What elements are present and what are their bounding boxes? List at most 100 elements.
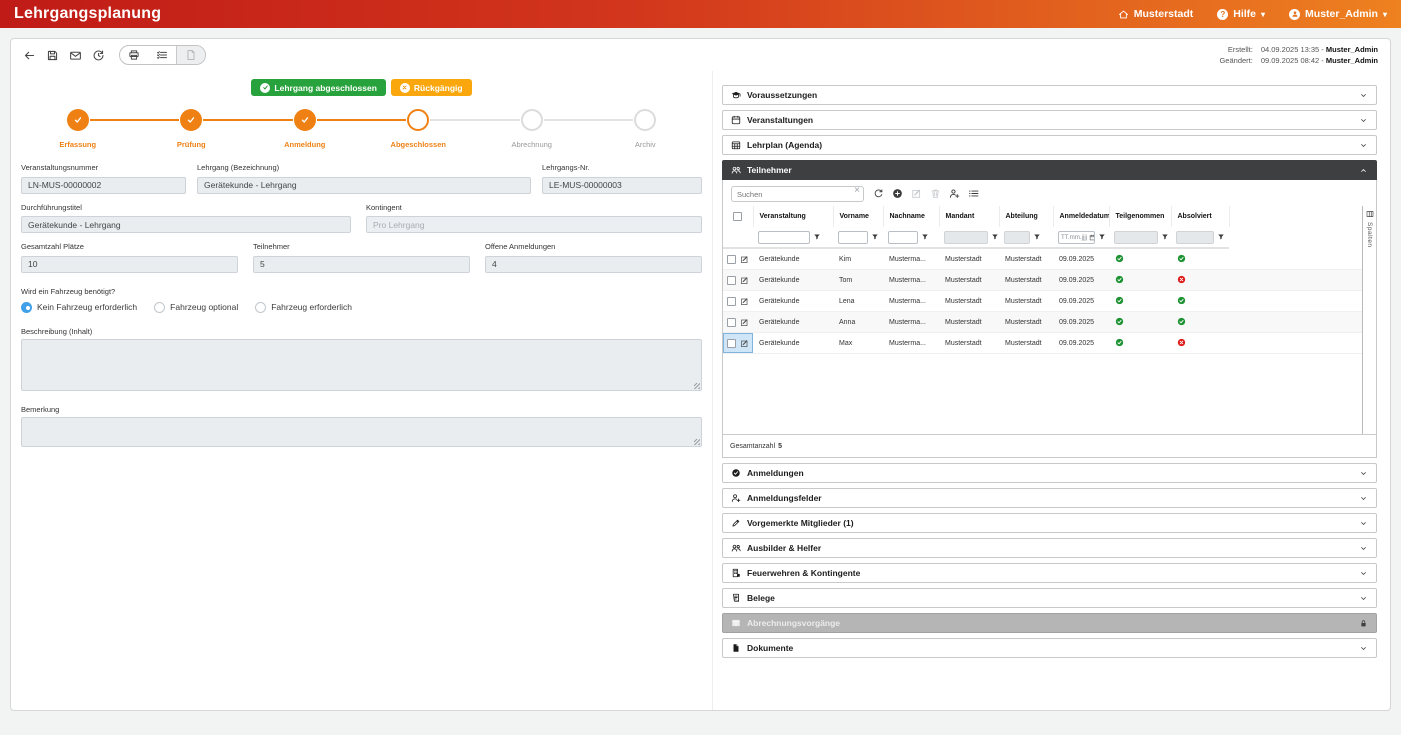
lehrgang-bezeichnung-input[interactable] <box>197 177 531 194</box>
history-button[interactable] <box>92 49 105 62</box>
row-checkbox[interactable] <box>727 297 736 306</box>
offene-anmeldungen-input[interactable] <box>485 256 702 273</box>
row-checkbox[interactable] <box>727 255 736 264</box>
veranstaltungsnummer-input[interactable] <box>21 177 186 194</box>
bemerkung-textarea[interactable] <box>21 417 702 447</box>
panel-ausbilder-helfer[interactable]: Ausbilder & Helfer <box>722 538 1377 558</box>
panel-belege[interactable]: Belege <box>722 588 1377 608</box>
add-person-button[interactable] <box>949 188 960 199</box>
column-filter-input[interactable] <box>888 231 918 244</box>
help-menu[interactable]: ? Hilfe ▾ <box>1217 8 1265 20</box>
edit-row-button[interactable] <box>740 318 749 327</box>
teilnehmer-input[interactable] <box>253 256 470 273</box>
columns-panel-tab[interactable]: Spalten <box>1362 206 1376 434</box>
column-filter-input[interactable] <box>1176 231 1214 244</box>
check-circle-icon <box>1177 317 1186 326</box>
filter-row: TT.mm.jjjj <box>723 227 1362 248</box>
grad-cap-icon <box>731 90 741 100</box>
tenant-menu[interactable]: Musterstadt <box>1118 8 1194 20</box>
pencil-square-icon <box>740 297 749 306</box>
vehicle-radio-0[interactable]: Kein Fahrzeug erforderlich <box>21 302 137 313</box>
edit-row-button[interactable] <box>740 255 749 264</box>
column-filter-input[interactable] <box>1114 231 1158 244</box>
table-row[interactable]: GerätekundeKimMusterma...MusterstadtMust… <box>723 248 1362 270</box>
table-row[interactable]: GerätekundeMaxMusterma...MusterstadtMust… <box>723 333 1362 354</box>
panel-veranstaltungen[interactable]: Veranstaltungen <box>722 110 1377 130</box>
add-button[interactable] <box>892 188 903 199</box>
gesamtzahl-plaetze-input[interactable] <box>21 256 238 273</box>
column-header[interactable]: Mandant <box>939 206 999 227</box>
panel-voraussetzungen[interactable]: Voraussetzungen <box>722 85 1377 105</box>
x-circle-icon <box>400 83 410 93</box>
column-filter-input[interactable] <box>838 231 868 244</box>
lehrgangs-nr-input[interactable] <box>542 177 702 194</box>
column-header[interactable]: Abteilung <box>999 206 1053 227</box>
course-completed-button[interactable]: Lehrgang abgeschlossen <box>251 79 386 96</box>
column-header[interactable]: Anmeldedatum <box>1053 206 1109 227</box>
panel-vorgemerkte-mitglieder-1-[interactable]: Vorgemerkte Mitglieder (1) <box>722 513 1377 533</box>
delete-button <box>930 188 941 199</box>
save-button[interactable] <box>46 49 59 62</box>
column-header[interactable]: Absolviert <box>1171 206 1229 227</box>
person-plus-icon <box>731 493 741 503</box>
field-offene-anmeldungen: Offene Anmeldungen <box>485 242 702 273</box>
row-checkbox[interactable] <box>727 276 736 285</box>
kontingent-input[interactable] <box>366 216 702 233</box>
status-check-icon <box>1177 296 1186 305</box>
table-row[interactable]: GerätekundeAnnaMusterma...MusterstadtMus… <box>723 312 1362 333</box>
vehicle-radio-2[interactable]: Fahrzeug erforderlich <box>255 302 352 313</box>
protocol-button[interactable] <box>148 46 176 64</box>
print-button-group <box>119 45 206 65</box>
user-menu[interactable]: Muster_Admin ▾ <box>1289 8 1387 20</box>
date-filter-input[interactable]: TT.mm.jjjj <box>1058 231 1095 244</box>
refresh-button[interactable] <box>873 188 884 199</box>
trash-icon <box>930 188 941 199</box>
funnel-icon[interactable] <box>991 233 999 241</box>
send-mail-button[interactable] <box>69 49 82 62</box>
panel-teilnehmer[interactable]: Teilnehmer <box>722 160 1377 180</box>
panel-feuerwehren-kontingente[interactable]: Feuerwehren & Kontingente <box>722 563 1377 583</box>
edit-row-button[interactable] <box>740 276 749 285</box>
panel-dokumente[interactable]: Dokumente <box>722 638 1377 658</box>
funnel-icon[interactable] <box>1033 233 1041 241</box>
clear-search-button[interactable]: × <box>854 185 860 196</box>
funnel-icon[interactable] <box>1161 233 1169 241</box>
edit-row-button[interactable] <box>740 339 749 348</box>
column-filter-input[interactable] <box>758 231 810 244</box>
chevron-down-icon <box>1359 116 1368 125</box>
funnel-icon[interactable] <box>1217 233 1225 241</box>
funnel-icon[interactable] <box>921 233 929 241</box>
table-total: Gesamtanzahl 5 <box>723 434 1376 457</box>
main-card: Erstellt: 04.09.2025 13:35 - Muster_Admi… <box>10 38 1391 711</box>
edit-row-button[interactable] <box>740 297 749 306</box>
column-header[interactable]: Vorname <box>833 206 883 227</box>
back-button[interactable] <box>23 49 36 62</box>
table-row[interactable]: GerätekundeLenaMusterma...MusterstadtMus… <box>723 291 1362 312</box>
column-filter-input[interactable] <box>944 231 988 244</box>
panel-lehrplan-agenda-[interactable]: Lehrplan (Agenda) <box>722 135 1377 155</box>
list-settings-button[interactable] <box>968 188 979 199</box>
vehicle-radio-1[interactable]: Fahrzeug optional <box>154 302 238 313</box>
panel-anmeldungsfelder[interactable]: Anmeldungsfelder <box>722 488 1377 508</box>
select-all-checkbox[interactable] <box>733 212 742 221</box>
undo-button[interactable]: Rückgängig <box>391 79 472 96</box>
funnel-icon[interactable] <box>813 233 821 241</box>
status-check-icon <box>1177 254 1186 263</box>
funnel-icon[interactable] <box>871 233 879 241</box>
step-archiv: Archiv <box>589 109 703 149</box>
beschreibung-textarea[interactable] <box>21 339 702 391</box>
step-abrechnung: Abrechnung <box>475 109 589 149</box>
search-input[interactable] <box>731 186 864 202</box>
print-button[interactable] <box>120 46 148 64</box>
column-filter-input[interactable] <box>1004 231 1030 244</box>
row-checkbox[interactable] <box>727 318 736 327</box>
durchfuehrungstitel-input[interactable] <box>21 216 351 233</box>
column-header[interactable]: Veranstaltung <box>753 206 833 227</box>
column-header[interactable]: Teilgenommen <box>1109 206 1171 227</box>
panel-anmeldungen[interactable]: Anmeldungen <box>722 463 1377 483</box>
row-checkbox[interactable] <box>727 339 736 348</box>
funnel-icon[interactable] <box>1098 233 1106 241</box>
column-header[interactable]: Nachname <box>883 206 939 227</box>
table-row[interactable]: GerätekundeTomMusterma...MusterstadtMust… <box>723 270 1362 291</box>
field-teilnehmer: Teilnehmer <box>253 242 470 273</box>
